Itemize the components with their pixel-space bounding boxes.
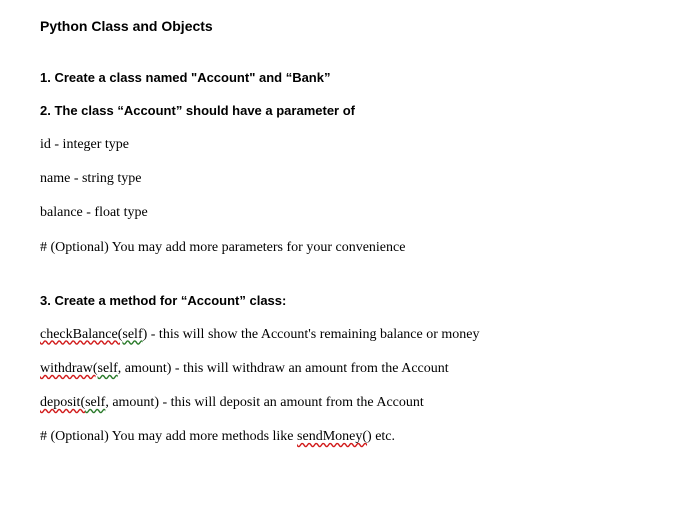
text: ) etc. [367, 429, 395, 444]
grammar-word: self [122, 327, 142, 342]
instruction-2: 2. The class “Account” should have a par… [40, 103, 637, 118]
method-optional: # (Optional) You may add more methods li… [40, 428, 637, 446]
text: , amount) - this will deposit an amount … [105, 395, 423, 410]
text: # (Optional) You may add more methods li… [40, 429, 297, 444]
param-id: id - integer type [40, 136, 637, 154]
text: , amount) - this will withdraw an amount… [118, 361, 449, 376]
spellcheck-word: sendMoney( [297, 429, 367, 444]
param-name: name - string type [40, 170, 637, 188]
method-deposit: deposit(self, amount) - this will deposi… [40, 394, 637, 412]
spellcheck-word: withdraw( [40, 361, 98, 376]
grammar-word: self [85, 395, 105, 410]
instruction-3: 3. Create a method for “Account” class: [40, 293, 637, 308]
method-checkbalance: checkBalance(self) - this will show the … [40, 326, 637, 344]
page-title: Python Class and Objects [40, 18, 637, 34]
document-page: Python Class and Objects 1. Create a cla… [0, 0, 677, 513]
text: ) - this will show the Account's remaini… [143, 327, 480, 342]
spellcheck-word: deposit( [40, 395, 85, 410]
instruction-1: 1. Create a class named "Account" and “B… [40, 70, 637, 85]
param-balance: balance - float type [40, 204, 637, 222]
method-withdraw: withdraw(self, amount) - this will withd… [40, 360, 637, 378]
spacer [40, 273, 637, 293]
param-optional: # (Optional) You may add more parameters… [40, 239, 637, 257]
spellcheck-word: checkBalance( [40, 327, 122, 342]
grammar-word: self [98, 361, 118, 376]
